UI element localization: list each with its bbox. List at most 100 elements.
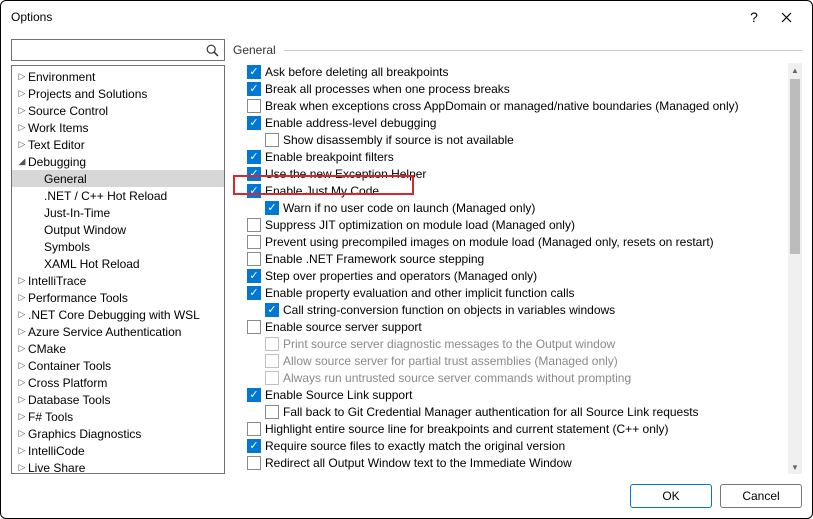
chevron-right-icon: ▷ [16, 326, 28, 337]
scroll-down-icon[interactable]: ▼ [788, 460, 802, 474]
category-tree[interactable]: ▷Environment ▷Projects and Solutions ▷So… [11, 65, 225, 474]
opt-prevent-precompiled[interactable]: Prevent using precompiled images on modu… [247, 233, 788, 250]
cancel-button[interactable]: Cancel [720, 484, 802, 508]
checkbox-icon[interactable] [265, 405, 279, 419]
opt-breakpoint-filters[interactable]: ✓Enable breakpoint filters [247, 148, 788, 165]
chevron-right-icon: ▷ [16, 428, 28, 439]
opt-label: Call string-conversion function on objec… [283, 303, 615, 317]
help-button[interactable]: ? [738, 4, 770, 30]
tree-item-source-control[interactable]: ▷Source Control [12, 102, 224, 119]
checkbox-icon[interactable]: ✓ [265, 201, 279, 215]
search-box[interactable] [11, 39, 225, 61]
chevron-right-icon: ▷ [16, 377, 28, 388]
scrollbar[interactable]: ▲ ▼ [788, 63, 802, 474]
opt-source-server[interactable]: Enable source server support [247, 318, 788, 335]
opt-label: Redirect all Output Window text to the I… [265, 456, 572, 470]
checkbox-icon[interactable] [247, 422, 261, 436]
checkbox-icon[interactable] [247, 99, 261, 113]
chevron-right-icon: ▷ [16, 292, 28, 303]
opt-label: Enable source server support [265, 320, 422, 334]
tree-label: Environment [28, 70, 95, 84]
opt-break-all-processes[interactable]: ✓Break all processes when one process br… [247, 80, 788, 97]
right-pane: General ✓Ask before deleting all breakpo… [233, 39, 802, 474]
opt-source-link[interactable]: ✓Enable Source Link support [247, 386, 788, 403]
opt-address-level-debug[interactable]: ✓Enable address-level debugging [247, 114, 788, 131]
close-button[interactable] [770, 4, 802, 30]
opt-prop-eval[interactable]: ✓Enable property evaluation and other im… [247, 284, 788, 301]
scroll-thumb[interactable] [790, 79, 800, 254]
tree-label: .NET Core Debugging with WSL [28, 308, 200, 322]
chevron-right-icon: ▷ [16, 139, 28, 150]
search-input[interactable] [13, 43, 202, 57]
opt-gcm-fallback[interactable]: Fall back to Git Credential Manager auth… [265, 403, 788, 420]
tree-item-symbols[interactable]: Symbols [12, 238, 224, 255]
checkbox-icon[interactable]: ✓ [247, 286, 261, 300]
opt-label: Warn if no user code on launch (Managed … [283, 201, 535, 215]
checkbox-icon[interactable]: ✓ [247, 65, 261, 79]
tree-item-cmake[interactable]: ▷CMake [12, 340, 224, 357]
tree-item-xaml-hot-reload[interactable]: XAML Hot Reload [12, 255, 224, 272]
tree-item-text-editor[interactable]: ▷Text Editor [12, 136, 224, 153]
opt-label: Always run untrusted source server comma… [283, 371, 631, 385]
tree-item-environment[interactable]: ▷Environment [12, 68, 224, 85]
opt-label: Prevent using precompiled images on modu… [265, 235, 714, 249]
checkbox-icon[interactable]: ✓ [265, 303, 279, 317]
search-icon[interactable] [202, 44, 223, 57]
options-list: ✓Ask before deleting all breakpoints ✓Br… [233, 63, 788, 474]
tree-item-jit[interactable]: Just-In-Time [12, 204, 224, 221]
scroll-up-icon[interactable]: ▲ [788, 63, 802, 77]
opt-warn-no-user-code[interactable]: ✓ Warn if no user code on launch (Managed… [265, 199, 788, 216]
checkbox-icon[interactable] [247, 252, 261, 266]
tree-item-general[interactable]: General [12, 170, 224, 187]
checkbox-icon [265, 337, 279, 351]
checkbox-icon[interactable]: ✓ [247, 82, 261, 96]
checkbox-icon[interactable]: ✓ [247, 388, 261, 402]
checkbox-icon [265, 371, 279, 385]
opt-require-exact-source[interactable]: ✓Require source files to exactly match t… [247, 437, 788, 454]
tree-item-projects[interactable]: ▷Projects and Solutions [12, 85, 224, 102]
checkbox-icon[interactable] [247, 456, 261, 470]
checkbox-icon[interactable] [265, 133, 279, 147]
opt-just-my-code[interactable]: ✓Enable Just My Code [247, 182, 788, 199]
tree-item-work-items[interactable]: ▷Work Items [12, 119, 224, 136]
tree-item-graphics-diag[interactable]: ▷Graphics Diagnostics [12, 425, 224, 442]
checkbox-icon[interactable]: ✓ [247, 116, 261, 130]
close-icon [781, 12, 792, 23]
checkbox-icon[interactable] [247, 320, 261, 334]
checkbox-icon[interactable]: ✓ [247, 439, 261, 453]
checkbox-icon[interactable] [247, 235, 261, 249]
opt-string-conv[interactable]: ✓ Call string-conversion function on obje… [265, 301, 788, 318]
opt-show-disassembly[interactable]: Show disassembly if source is not availa… [265, 131, 788, 148]
tree-item-debugging[interactable]: ◢Debugging [12, 153, 224, 170]
opt-exception-helper[interactable]: ✓Use the new Exception Helper [247, 165, 788, 182]
tree-item-live-share[interactable]: ▷Live Share [12, 459, 224, 474]
tree-item-container-tools[interactable]: ▷Container Tools [12, 357, 224, 374]
tree-item-intellicode[interactable]: ▷IntelliCode [12, 442, 224, 459]
dialog-title: Options [11, 10, 738, 24]
tree-item-intellitrace[interactable]: ▷IntelliTrace [12, 272, 224, 289]
opt-step-over-props[interactable]: ✓Step over properties and operators (Man… [247, 267, 788, 284]
tree-item-perf-tools[interactable]: ▷Performance Tools [12, 289, 224, 306]
tree-item-cross-platform[interactable]: ▷Cross Platform [12, 374, 224, 391]
tree-item-azure-auth[interactable]: ▷Azure Service Authentication [12, 323, 224, 340]
checkbox-icon[interactable]: ✓ [247, 184, 261, 198]
opt-ask-delete-breakpoints[interactable]: ✓Ask before deleting all breakpoints [247, 63, 788, 80]
tree-item-output-window[interactable]: Output Window [12, 221, 224, 238]
tree-item-wsl[interactable]: ▷.NET Core Debugging with WSL [12, 306, 224, 323]
tree-label: Container Tools [28, 359, 111, 373]
opt-suppress-jit[interactable]: Suppress JIT optimization on module load… [247, 216, 788, 233]
tree-item-database-tools[interactable]: ▷Database Tools [12, 391, 224, 408]
chevron-right-icon: ▷ [16, 71, 28, 82]
tree-item-hot-reload[interactable]: .NET / C++ Hot Reload [12, 187, 224, 204]
checkbox-icon[interactable]: ✓ [247, 167, 261, 181]
checkbox-icon[interactable]: ✓ [247, 150, 261, 164]
checkbox-icon[interactable] [247, 218, 261, 232]
opt-netfw-stepping[interactable]: Enable .NET Framework source stepping [247, 250, 788, 267]
opt-break-appdomain[interactable]: Break when exceptions cross AppDomain or… [247, 97, 788, 114]
opt-redirect-output[interactable]: Redirect all Output Window text to the I… [247, 454, 788, 471]
chevron-right-icon: ▷ [16, 445, 28, 456]
opt-highlight-line[interactable]: Highlight entire source line for breakpo… [247, 420, 788, 437]
ok-button[interactable]: OK [630, 484, 712, 508]
checkbox-icon[interactable]: ✓ [247, 269, 261, 283]
tree-item-fsharp-tools[interactable]: ▷F# Tools [12, 408, 224, 425]
